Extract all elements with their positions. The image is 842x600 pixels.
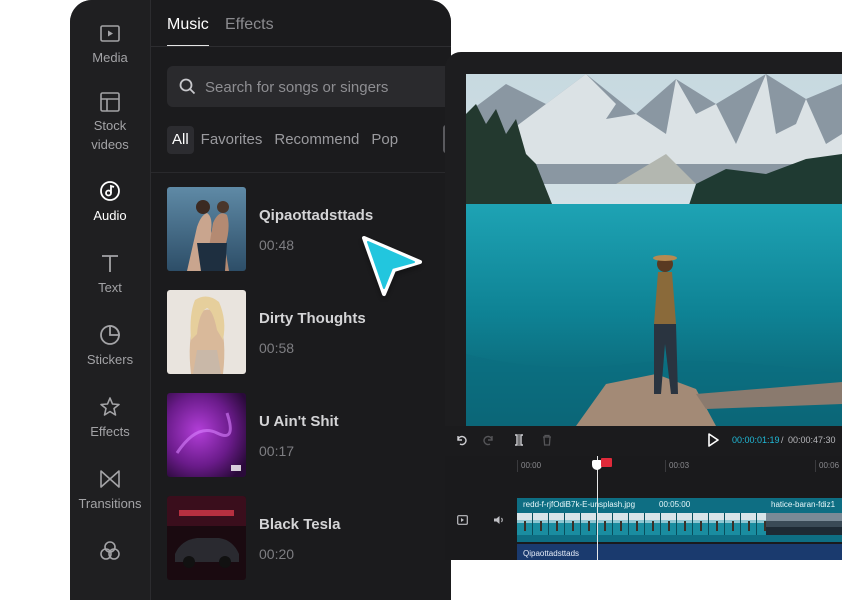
track-cover (167, 187, 246, 271)
track-item[interactable]: Black Tesla 00:20 (167, 496, 451, 580)
volume-icon[interactable] (493, 515, 505, 525)
video-preview[interactable] (466, 74, 842, 426)
track-cover (167, 393, 246, 477)
split-icon[interactable] (513, 434, 525, 446)
track-title: Qipaottadsttads (259, 207, 374, 224)
search-box[interactable] (167, 66, 451, 109)
filters-icon (100, 541, 120, 560)
filter-chips: All Favorites Recommend Pop (167, 126, 405, 154)
tab-music[interactable]: Music (167, 16, 209, 34)
playback-controls: 00:00:01:19 / 00:00:47:30 (445, 426, 842, 456)
ruler-tick: 00:03 (669, 461, 690, 470)
marker-flag[interactable] (601, 458, 612, 467)
stickers-icon (100, 325, 120, 345)
total-time: 00:00:47:30 (788, 435, 836, 445)
effects-icon (100, 397, 120, 416)
current-time: 00:00:01:19 (732, 435, 780, 445)
track-item[interactable]: Dirty Thoughts 00:58 (167, 290, 451, 374)
track-title: Dirty Thoughts (259, 310, 366, 327)
track-duration: 00:58 (259, 340, 295, 356)
ruler-tick: 00:00 (521, 461, 542, 470)
delete-icon[interactable] (541, 434, 553, 446)
video-track-icon[interactable] (457, 515, 468, 525)
filter-all[interactable]: All (167, 126, 194, 154)
transitions-icon (100, 470, 120, 488)
ruler-mark (665, 460, 666, 472)
ruler-mark (815, 460, 816, 472)
audio-clip[interactable]: Qipaottadsttads (517, 544, 842, 560)
audio-clip-name: Qipaottadsttads (523, 549, 580, 558)
sidebar-item-text[interactable]: Text (70, 252, 150, 297)
play-icon[interactable] (707, 433, 719, 447)
video-clip-duration: 00:05:00 (659, 500, 691, 509)
filter-favorites[interactable]: Favorites (196, 126, 268, 154)
track-duration: 00:48 (259, 237, 295, 253)
ruler-tick: 00:06 (819, 461, 840, 470)
playhead[interactable] (597, 456, 598, 560)
sidebar-item-label: Stock videos (91, 118, 129, 152)
sidebar-item-transitions[interactable]: Transitions (70, 468, 150, 513)
search-input[interactable] (203, 66, 451, 109)
video-clip-name: redd-f-rjfOdiB7k-E-unsplash.jpg (523, 500, 636, 509)
filter-pop[interactable]: Pop (366, 126, 403, 154)
timeline[interactable]: 00:00 00:03 00:06 redd-f-rjfOdiB7k-E-uns… (445, 456, 842, 560)
track-title: U Ain't Shit (259, 413, 339, 430)
audio-icon (100, 181, 120, 201)
filter-recommend[interactable]: Recommend (269, 126, 364, 154)
tabs-divider (151, 46, 451, 47)
next-clip-name: hatice-baran-fdiz1 (771, 500, 836, 509)
sidebar-item-label: Audio (93, 208, 127, 223)
sidebar-item-media[interactable]: Media (70, 24, 150, 67)
track-item[interactable]: U Ain't Shit 00:17 (167, 393, 451, 477)
text-icon (102, 255, 118, 272)
sidebar-item-filters[interactable] (70, 540, 150, 566)
undo-icon[interactable] (455, 434, 467, 446)
editor-panel: 00:00:01:19 / 00:00:47:30 00:00 00:03 00… (445, 52, 842, 560)
time-separator: / (781, 435, 784, 445)
track-title: Black Tesla (259, 516, 341, 533)
sidebar-item-label: Effects (90, 424, 130, 439)
tab-effects[interactable]: Effects (225, 16, 274, 34)
sidebar: Media Stock videos Audio Text Stickers E… (70, 0, 150, 600)
filters-divider (151, 172, 451, 173)
stock-videos-icon (100, 92, 120, 112)
redo-icon[interactable] (483, 434, 495, 446)
ruler-mark (517, 460, 518, 472)
track-cover (167, 290, 246, 374)
search-icon (179, 78, 196, 95)
sidebar-item-stickers[interactable]: Stickers (70, 324, 150, 369)
sidebar-item-audio[interactable]: Audio (70, 180, 150, 225)
sidebar-item-label: Stickers (86, 352, 134, 367)
sidebar-item-effects[interactable]: Effects (70, 396, 150, 441)
media-icon (100, 25, 120, 42)
sidebar-item-label: Transitions (78, 496, 142, 511)
track-duration: 00:17 (259, 443, 295, 459)
sidebar-item-label: Text (98, 280, 122, 295)
video-clip[interactable]: redd-f-rjfOdiB7k-E-unsplash.jpg 00:05:00… (517, 498, 842, 542)
video-frames (517, 513, 842, 535)
pointer-cursor-icon (362, 236, 422, 296)
track-cover (167, 496, 246, 580)
sidebar-item-label: Media (92, 50, 128, 65)
sidebar-item-stock-videos[interactable]: Stock videos (70, 92, 150, 154)
